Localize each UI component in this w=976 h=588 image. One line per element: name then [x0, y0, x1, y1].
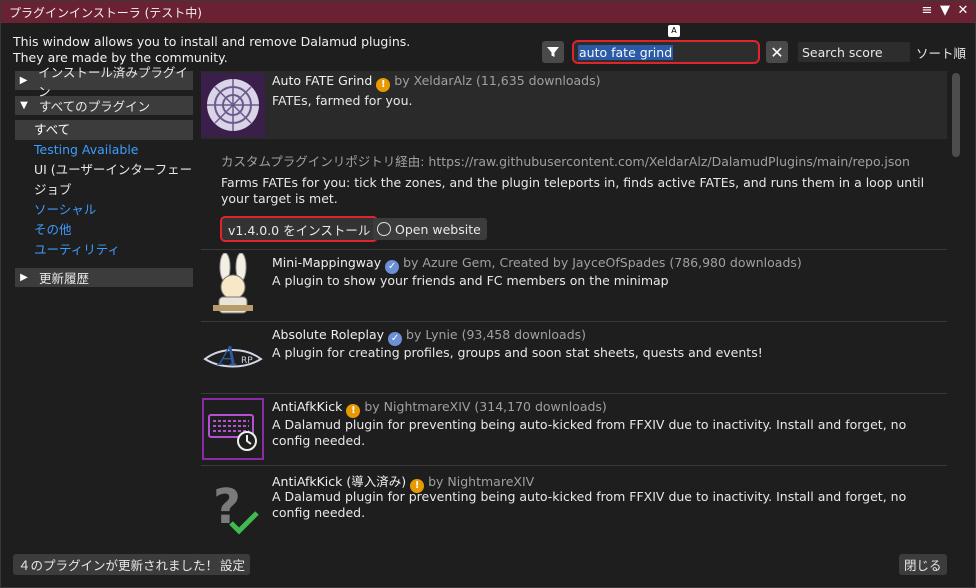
search-row: auto fate grind ✕ Search score ソート順: [542, 40, 966, 64]
intro-line-1: This window allows you to install and re…: [13, 34, 411, 49]
logo-rp-text: RP: [241, 356, 253, 366]
sort-select-value: Search score: [802, 44, 883, 60]
close-icon: ✕: [770, 42, 784, 62]
plugin-author: by XeldarAlz (11,635 downloads): [394, 73, 601, 88]
plugin-description: Farms FATEs for you: tick the zones, and…: [221, 175, 925, 206]
plugin-summary: A Dalamud plugin for preventing being au…: [272, 489, 907, 520]
category-installed-label: インストール済みプラグイン: [38, 64, 188, 99]
plugin-name: Absolute Roleplay: [272, 327, 385, 342]
close-label: 閉じる: [904, 558, 942, 573]
plugin-installer-window: プラグインインストーラ (テスト中) ≡ ▼ ✕ This window all…: [0, 0, 976, 588]
separator: [201, 249, 947, 250]
filter-button[interactable]: [542, 41, 564, 63]
category-sidebar: ▶ インストール済みプラグイン ▼ すべてのプラグイン すべて Testing …: [15, 65, 193, 293]
scrollbar-thumb[interactable]: [952, 73, 960, 157]
chevron-down-icon: ▼: [20, 100, 28, 111]
plugin-thumbnail-web-emblem: [201, 73, 265, 137]
plugin-name: Mini-Mappingway: [272, 255, 382, 270]
plugin-header: Mini-Mappingway ✓ by Azure Gem, Created by…: [272, 255, 802, 274]
plugin-name: AntiAfkKick (導入済み): [272, 474, 407, 489]
close-icon[interactable]: ✕: [957, 3, 969, 18]
category-all-items: すべて Testing Available UI (ユーザーインターフェース) …: [15, 120, 193, 260]
filter-icon: [547, 47, 559, 57]
window-title: プラグインインストーラ (テスト中): [9, 5, 202, 20]
plugin-thumbnail-default-question: ?: [201, 471, 265, 535]
plugin-name: AntiAfkKick: [272, 399, 343, 414]
plugin-summary: A Dalamud plugin for preventing being au…: [272, 417, 907, 448]
warning-icon: !: [376, 78, 391, 92]
warning-icon: !: [346, 404, 361, 418]
open-website-button[interactable]: Open website: [373, 218, 487, 240]
category-all-label: すべてのプラグイン: [39, 99, 151, 114]
logo-letter: A: [217, 342, 238, 372]
category-installed[interactable]: ▶ インストール済みプラグイン: [15, 65, 193, 99]
separator: [201, 393, 947, 394]
verified-icon: ✓: [388, 332, 403, 346]
plugin-repo-source: カスタムプラグインリポジトリ経由: https://raw.githubuser…: [221, 154, 910, 169]
plugin-author: by Lynie (93,458 downloads): [406, 327, 587, 342]
verified-icon: ✓: [385, 260, 400, 274]
chevron-right-icon: ▶: [19, 75, 28, 86]
menu-icon[interactable]: ≡: [921, 3, 933, 18]
search-input[interactable]: auto fate grind: [572, 40, 760, 64]
sidebar-item-ui[interactable]: UI (ユーザーインターフェース): [15, 160, 193, 180]
separator: [201, 465, 947, 466]
plugin-thumbnail-roleplay-logo: A RP: [201, 325, 265, 389]
plugin-entry-antiafkkick-installed[interactable]: ? AntiAfkKick (導入済み)! by NightmareXIV A D…: [201, 467, 947, 541]
clear-search-button[interactable]: ✕: [766, 41, 788, 63]
chevron-right-icon: ▶: [20, 272, 28, 283]
settings-label: 設定: [220, 558, 246, 573]
category-changelog[interactable]: ▶ 更新履歴: [15, 268, 193, 287]
sidebar-item-social[interactable]: ソーシャル: [15, 200, 193, 220]
plugin-thumbnail-keyboard: [201, 397, 265, 461]
settings-button[interactable]: 設定: [215, 554, 251, 575]
plugin-author: by Azure Gem, Created by JayceOfSpades (…: [403, 255, 802, 270]
install-button-label: v1.4.0.0 をインストール: [228, 222, 371, 238]
category-changelog-label: 更新履歴: [39, 271, 90, 286]
plugin-entry-absolute-roleplay[interactable]: A RP Absolute Roleplay ✓ by Lynie (93,458 …: [201, 323, 947, 394]
search-input-value: auto fate grind: [578, 44, 674, 60]
plugin-header: AntiAfkKick! by NightmareXIV (314,170 dow…: [272, 399, 607, 418]
sort-label: ソート順: [916, 45, 967, 61]
plugin-list-scrollbar[interactable]: [951, 71, 961, 541]
plugin-header: Auto FATE Grind! by XeldarAlz (11,635 dow…: [272, 73, 600, 92]
sidebar-item-all[interactable]: すべて: [15, 120, 193, 140]
plugin-thumbnail-bunny-character: [201, 253, 265, 317]
sidebar-item-jobs[interactable]: ジョブ: [15, 180, 193, 200]
sidebar-item-other[interactable]: その他: [15, 220, 193, 240]
sidebar-item-testing[interactable]: Testing Available: [15, 140, 193, 160]
updated-plugins-button[interactable]: ４のプラグインが更新されました！: [13, 554, 224, 575]
ime-indicator: A: [668, 25, 680, 37]
plugin-name: Auto FATE Grind: [272, 73, 373, 88]
plugin-summary: FATEs, farmed for you.: [272, 93, 413, 108]
plugin-entry-antiafkkick[interactable]: AntiAfkKick! by NightmareXIV (314,170 dow…: [201, 395, 947, 466]
install-button[interactable]: v1.4.0.0 をインストール: [220, 216, 379, 242]
plugin-entry-mini-mappingway[interactable]: Mini-Mappingway ✓ by Azure Gem, Created by…: [201, 251, 947, 322]
plugin-header: Absolute Roleplay ✓ by Lynie (93,458 downl…: [272, 327, 586, 346]
plugin-list[interactable]: Auto FATE Grind! by XeldarAlz (11,635 dow…: [201, 71, 947, 541]
sort-select[interactable]: Search score: [798, 42, 910, 62]
plugin-entry-auto-fate-grind[interactable]: Auto FATE Grind! by XeldarAlz (11,635 dow…: [201, 71, 947, 250]
collapse-icon[interactable]: ▼: [939, 3, 951, 18]
globe-icon: [377, 222, 391, 236]
updated-plugins-label: ４のプラグインが更新されました！: [18, 558, 219, 573]
plugin-summary: A plugin to show your friends and FC mem…: [272, 273, 669, 288]
close-button[interactable]: 閉じる: [899, 554, 947, 575]
sidebar-item-utility[interactable]: ユーティリティ: [15, 240, 193, 260]
title-bar[interactable]: プラグインインストーラ (テスト中) ≡ ▼ ✕: [1, 1, 975, 23]
open-website-label: Open website: [395, 221, 481, 237]
plugin-author: by NightmareXIV: [428, 474, 535, 489]
plugin-summary: A plugin for creating profiles, groups a…: [272, 345, 763, 360]
plugin-author: by NightmareXIV (314,170 downloads): [364, 399, 607, 414]
separator: [201, 321, 947, 322]
